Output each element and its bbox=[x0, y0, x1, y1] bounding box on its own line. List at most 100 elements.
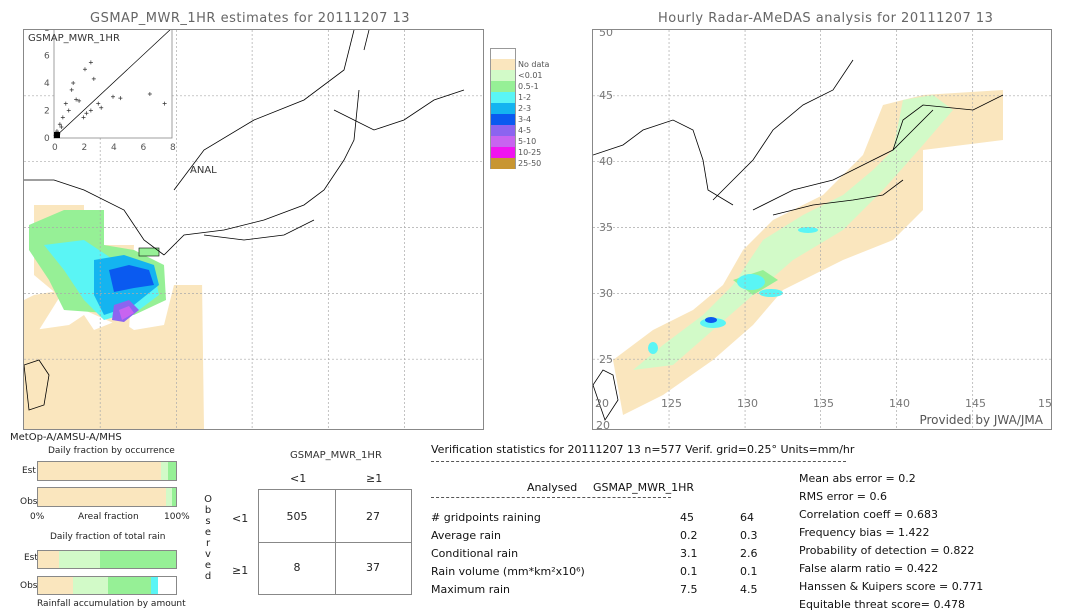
stat-label: Maximum rain bbox=[431, 583, 510, 596]
observed-letter: r bbox=[205, 538, 211, 549]
left-map-title: GSMAP_MWR_1HR estimates for 20111207 13 bbox=[90, 11, 411, 26]
lon-tick: 145 bbox=[965, 397, 986, 410]
lat-tick: 40 bbox=[599, 155, 613, 168]
score-line: Hanssen & Kuipers score = 0.771 bbox=[799, 580, 984, 593]
observed-label: Observed bbox=[203, 494, 213, 582]
legend-swatch bbox=[490, 125, 516, 136]
coastline bbox=[363, 30, 370, 51]
scatter-xtick: 4 bbox=[111, 143, 117, 153]
bar-segment bbox=[151, 577, 159, 594]
rain-obs-bar bbox=[37, 576, 177, 595]
coastline bbox=[593, 119, 734, 206]
score-line: Correlation coeff = 0.683 bbox=[799, 508, 938, 521]
sensor-label: MetOp-A/AMSU-A/MHS bbox=[10, 432, 122, 443]
rain-area-1-2 bbox=[798, 227, 818, 233]
legend-swatch bbox=[490, 114, 516, 125]
scatter-xtick: 6 bbox=[141, 143, 147, 153]
score-line: Equitable threat score= 0.478 bbox=[799, 598, 965, 611]
rain-est-bar bbox=[37, 550, 177, 569]
score-line: Probability of detection = 0.822 bbox=[799, 544, 975, 557]
legend-swatch bbox=[490, 147, 516, 158]
obs-label-2: Obs bbox=[20, 581, 38, 591]
observed-letter: d bbox=[204, 571, 212, 582]
observed-letter: e bbox=[204, 527, 212, 538]
right-map-canvas: 50 45 40 35 30 25 20 20 125 130 135 140 145 15 bbox=[593, 30, 1051, 429]
bar-segment bbox=[38, 488, 167, 506]
lon-tick: 140 bbox=[889, 397, 910, 410]
stat-label: Average rain bbox=[431, 529, 501, 542]
scatter-xtick: 0 bbox=[52, 143, 58, 153]
legend-label: 10-25 bbox=[518, 148, 542, 157]
coastline bbox=[593, 369, 619, 421]
score-line: RMS error = 0.6 bbox=[799, 490, 887, 503]
stat-gsmap: 0.1 bbox=[740, 565, 758, 578]
bar-segment bbox=[38, 462, 161, 480]
score-line: Frequency bias = 1.422 bbox=[799, 526, 930, 539]
lon-tick: 130 bbox=[737, 397, 758, 410]
lat-tick: 30 bbox=[599, 287, 613, 300]
lat-tick: 20 bbox=[596, 419, 610, 429]
observed-letter: s bbox=[205, 516, 211, 527]
observed-letter: b bbox=[204, 505, 212, 516]
scatter-xlabel: ANAL bbox=[190, 165, 217, 176]
stat-label: Conditional rain bbox=[431, 547, 519, 560]
observed-letter: v bbox=[205, 549, 211, 560]
bar-segment bbox=[167, 462, 176, 480]
scatter-ytick: 0 bbox=[44, 134, 50, 144]
bar-segment bbox=[38, 577, 73, 594]
contingency-title: GSMAP_MWR_1HR bbox=[290, 450, 382, 461]
lat-tick: 25 bbox=[599, 353, 613, 366]
legend-swatch bbox=[490, 136, 516, 147]
lon-tick: 15 bbox=[1038, 397, 1051, 410]
observed-letter: O bbox=[204, 494, 212, 505]
bar-segment bbox=[100, 551, 176, 568]
lon-tick: 125 bbox=[661, 397, 682, 410]
score-line: False alarm ratio = 0.422 bbox=[799, 562, 939, 575]
no-data-region bbox=[613, 90, 1003, 415]
col-gsmap: GSMAP_MWR_1HR bbox=[593, 481, 695, 494]
lat-tick: 35 bbox=[599, 221, 613, 234]
cell-ge-ge: 37 bbox=[366, 561, 380, 574]
rain-area-3-4 bbox=[705, 317, 717, 323]
stat-gsmap: 2.6 bbox=[740, 547, 758, 560]
stat-analysed: 7.5 bbox=[680, 583, 698, 596]
left-map-canvas: 0022446688 bbox=[24, 30, 483, 429]
legend-label: 1-2 bbox=[518, 93, 532, 102]
bar-segment bbox=[171, 488, 176, 506]
table-divider-h bbox=[259, 542, 411, 543]
scatter-ytick: 4 bbox=[44, 79, 50, 89]
est-label-2: Est bbox=[24, 553, 38, 563]
legend-label: 0.5-1 bbox=[518, 82, 539, 91]
stat-analysed: 0.2 bbox=[680, 529, 698, 542]
legend-label: 3-4 bbox=[518, 115, 532, 124]
bar-segment bbox=[108, 577, 152, 594]
occurrence-title: Daily fraction by occurrence bbox=[48, 446, 175, 456]
row-ge-label: ≥1 bbox=[232, 564, 249, 577]
row-lt-label: <1 bbox=[232, 512, 249, 525]
verification-header: Verification statistics for 20111207 13 … bbox=[431, 443, 855, 456]
legend-label: 5-10 bbox=[518, 137, 537, 146]
cell-lt-lt: 505 bbox=[286, 510, 308, 523]
score-line: Mean abs error = 0.2 bbox=[799, 472, 916, 485]
stat-analysed: 0.1 bbox=[680, 565, 698, 578]
legend-label: 4-5 bbox=[518, 126, 532, 135]
subheader-divider bbox=[431, 497, 671, 498]
legend-swatch bbox=[490, 92, 516, 103]
lon-tick: 20 bbox=[595, 397, 609, 410]
rain-area-1-2 bbox=[737, 274, 765, 290]
right-map-title: Hourly Radar-AMeDAS analysis for 2011120… bbox=[658, 11, 994, 26]
est-label: Est bbox=[22, 466, 36, 476]
total-rain-title: Daily fraction of total rain bbox=[50, 532, 166, 542]
stat-gsmap: 4.5 bbox=[740, 583, 758, 596]
credit-label: Provided by JWA/JMA bbox=[919, 413, 1043, 427]
cell-ge-lt: 8 bbox=[293, 561, 301, 574]
legend-label: 25-50 bbox=[518, 159, 542, 168]
col-ge-label: ≥1 bbox=[366, 472, 383, 485]
legend-swatch bbox=[490, 59, 516, 70]
bar-segment bbox=[38, 551, 59, 568]
scatter-xtick: 2 bbox=[82, 143, 88, 153]
lat-tick: 45 bbox=[599, 89, 613, 102]
contingency-table: 505 27 8 37 bbox=[258, 489, 412, 595]
legend-swatch bbox=[490, 81, 516, 92]
observed-letter: e bbox=[204, 560, 212, 571]
